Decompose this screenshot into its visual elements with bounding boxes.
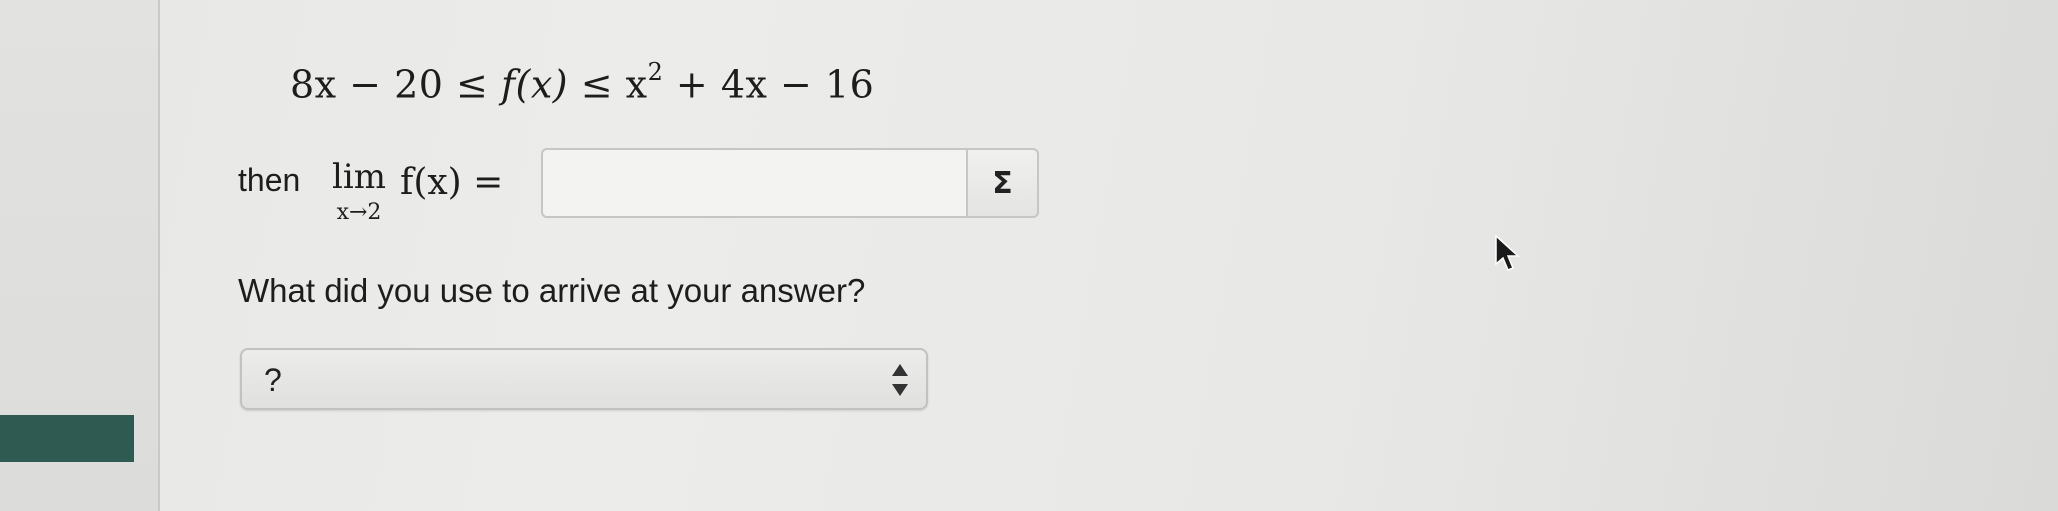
accent-bar bbox=[0, 415, 134, 462]
inequality-exponent: 2 bbox=[647, 58, 664, 86]
lim-subscript: x→2 bbox=[336, 200, 382, 225]
up-down-arrows-icon bbox=[892, 364, 908, 396]
inequality-function: f(x) bbox=[500, 62, 569, 107]
lim-word: lim bbox=[332, 157, 386, 197]
inequality-statement: 8x − 20 ≤ f(x) ≤ x2 + 4x − 16 bbox=[290, 58, 875, 107]
inequality-left: 8x − 20 ≤ bbox=[290, 62, 501, 107]
method-select-value: ? bbox=[264, 362, 282, 398]
inequality-right-post: + 4x − 16 bbox=[663, 62, 875, 107]
sigma-icon: Σ bbox=[992, 165, 1013, 201]
limit-answer-input[interactable] bbox=[541, 148, 966, 218]
equation-editor-button[interactable]: Σ bbox=[966, 148, 1039, 218]
limit-operator: lim x→2 bbox=[328, 160, 390, 225]
method-question: What did you use to arrive at your answe… bbox=[238, 272, 866, 309]
mouse-cursor-icon bbox=[1495, 234, 1520, 271]
limit-function-equals: f(x) = bbox=[400, 162, 504, 203]
then-label: then bbox=[238, 162, 301, 198]
method-select[interactable]: ? bbox=[240, 348, 928, 410]
inequality-right-pre: ≤ x bbox=[568, 62, 648, 107]
